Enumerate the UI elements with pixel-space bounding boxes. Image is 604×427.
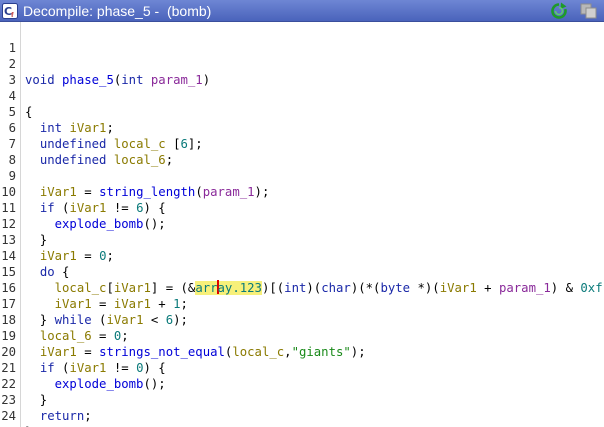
code-line[interactable]: 25 bbox=[0, 408, 604, 427]
code-line[interactable]: 3 bbox=[0, 56, 604, 87]
code-line[interactable]: 2 void phase_5(int param_1) bbox=[0, 40, 604, 87]
window-title: Decompile: phase_5 - (bomb) bbox=[23, 2, 212, 19]
code-line[interactable]: 15 local_c[iVar1] = (&array.123)[(int)(c… bbox=[0, 248, 604, 295]
title-bar[interactable]: C f Decompile: phase_5 - (bomb) bbox=[0, 0, 604, 22]
code-line[interactable]: 5 int iVar1; bbox=[0, 88, 604, 135]
code-line[interactable]: 21 explode_bomb(); bbox=[0, 344, 604, 391]
decompiler-window: C f Decompile: phase_5 - (bomb) 1 2 void… bbox=[0, 0, 604, 427]
code-line[interactable]: 23 return; bbox=[0, 376, 604, 423]
code-line[interactable]: 22 } bbox=[0, 360, 604, 407]
code-line[interactable]: 12 } bbox=[0, 200, 604, 247]
code-line[interactable]: 24 } bbox=[0, 392, 604, 427]
code-line[interactable]: 17 } while (iVar1 < 6); bbox=[0, 280, 604, 327]
code-line[interactable]: 19 iVar1 = strings_not_equal(local_c,"gi… bbox=[0, 312, 604, 359]
code-line[interactable]: 1 bbox=[0, 24, 604, 55]
toolbar bbox=[548, 1, 600, 20]
refresh-icon[interactable] bbox=[548, 1, 570, 20]
code-line[interactable]: 11 explode_bomb(); bbox=[0, 184, 604, 231]
code-line[interactable]: 16 iVar1 = iVar1 + 1; bbox=[0, 264, 604, 311]
code-line[interactable]: 8 bbox=[0, 136, 604, 167]
code-line[interactable]: 4 { bbox=[0, 72, 604, 119]
code-line[interactable]: 20 if (iVar1 != 0) { bbox=[0, 328, 604, 375]
svg-text:f: f bbox=[11, 12, 14, 19]
ghidra-decompile-icon: C f bbox=[2, 2, 18, 19]
code-line[interactable]: 14 do { bbox=[0, 232, 604, 279]
code-line[interactable]: 10 if (iVar1 != 6) { bbox=[0, 168, 604, 215]
code-line[interactable]: 6 undefined local_c [6]; bbox=[0, 104, 604, 151]
decompiler-code-area[interactable]: 1 2 void phase_5(int param_1) 3 4 { 5 in… bbox=[0, 22, 604, 427]
code-line[interactable]: 9 iVar1 = string_length(param_1); bbox=[0, 152, 604, 199]
copy-icon[interactable] bbox=[578, 1, 600, 20]
code-line[interactable]: 18 local_6 = 0; bbox=[0, 296, 604, 343]
code-line[interactable]: 7 undefined local_6; bbox=[0, 120, 604, 167]
code-line[interactable]: 13 iVar1 = 0; bbox=[0, 216, 604, 263]
